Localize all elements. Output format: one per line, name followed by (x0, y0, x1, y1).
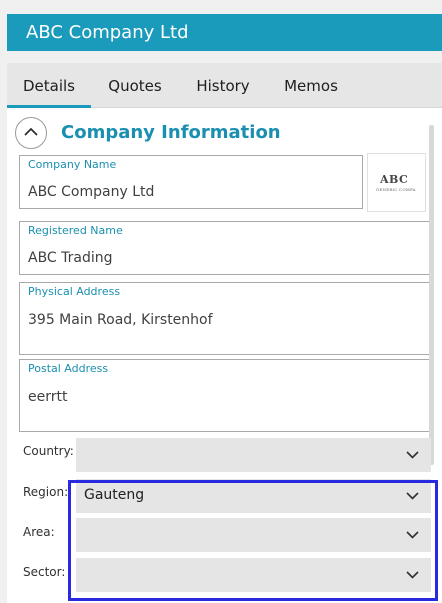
tab-bar: Details Quotes History Memos (7, 63, 442, 108)
region-value: Gauteng (84, 487, 145, 503)
registered-name-value: ABC Trading (28, 250, 113, 266)
country-label: Country: (23, 444, 74, 458)
company-name-value: ABC Company Ltd (28, 184, 155, 200)
chevron-down-icon (406, 571, 419, 579)
area-dropdown[interactable] (76, 518, 431, 552)
chevron-down-icon (406, 451, 419, 459)
section-title: Company Information (61, 122, 281, 143)
country-dropdown[interactable] (76, 438, 431, 472)
chevron-up-icon (24, 127, 38, 136)
registered-name-field[interactable]: Registered Name ABC Trading (19, 221, 430, 275)
region-dropdown[interactable]: Gauteng (76, 479, 431, 513)
chevron-down-icon (406, 531, 419, 539)
postal-address-value: eerrtt (28, 389, 68, 405)
postal-address-field[interactable]: Postal Address eerrtt (19, 359, 430, 432)
sector-dropdown[interactable] (76, 558, 431, 592)
tab-memos[interactable]: Memos (273, 63, 349, 108)
sector-label: Sector: (23, 565, 66, 579)
scrollbar[interactable] (429, 125, 434, 465)
company-name-field[interactable]: Company Name ABC Company Ltd (19, 155, 363, 209)
logo-subtext: GENERIC COMPA (376, 187, 416, 192)
collapse-section-button[interactable] (15, 117, 47, 149)
company-logo: ABC GENERIC COMPA (367, 153, 426, 212)
physical-address-field[interactable]: Physical Address 395 Main Road, Kirstenh… (19, 282, 430, 355)
window-title: ABC Company Ltd (7, 14, 442, 51)
postal-address-label: Postal Address (28, 362, 109, 375)
area-label: Area: (23, 525, 55, 539)
physical-address-value: 395 Main Road, Kirstenhof (28, 312, 213, 328)
tab-details[interactable]: Details (7, 63, 91, 108)
physical-address-label: Physical Address (28, 285, 121, 298)
tab-history[interactable]: History (185, 63, 261, 108)
registered-name-label: Registered Name (28, 224, 123, 237)
logo-text: ABC (380, 173, 409, 186)
company-name-label: Company Name (28, 158, 117, 171)
chevron-down-icon (406, 492, 419, 500)
region-label: Region: (23, 485, 69, 499)
tab-quotes[interactable]: Quotes (97, 63, 173, 108)
